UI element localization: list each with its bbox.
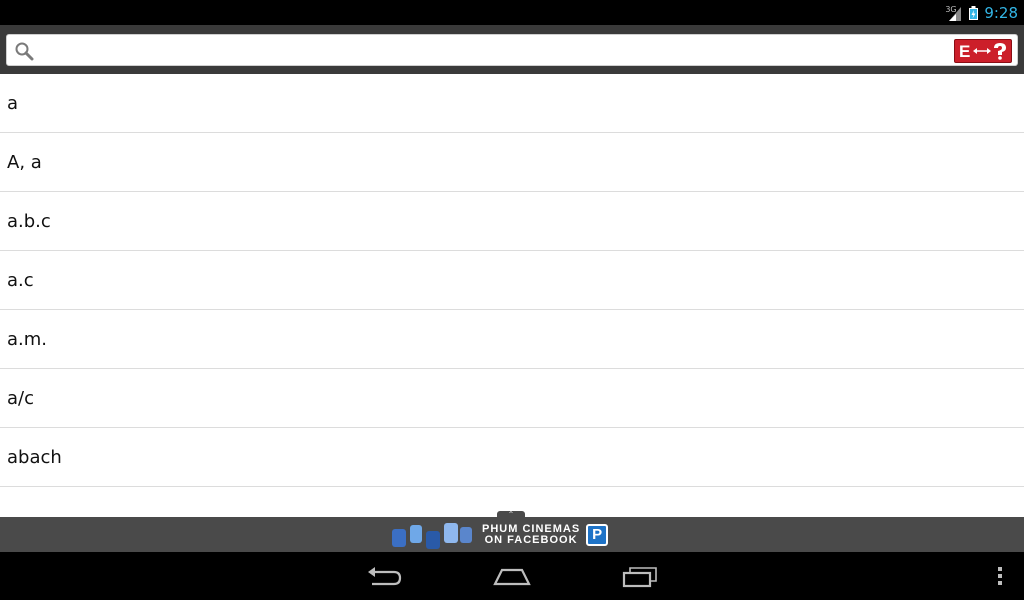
list-item-label: a.b.c bbox=[7, 210, 51, 232]
parking-badge-icon: P bbox=[586, 523, 609, 546]
facebook-like-logo bbox=[392, 522, 472, 549]
list-item[interactable]: a/c bbox=[0, 369, 1024, 428]
recent-apps-icon[interactable] bbox=[620, 564, 660, 588]
back-icon[interactable] bbox=[364, 564, 404, 588]
list-item-label: a.c bbox=[7, 269, 34, 291]
clock: 9:28 bbox=[984, 3, 1018, 22]
list-item-label: a bbox=[7, 92, 19, 114]
list-item[interactable]: abach bbox=[0, 428, 1024, 487]
ad-banner[interactable]: ⌃ PHUM CINEMAS ON FACEBOOK P bbox=[0, 511, 1024, 552]
list-item[interactable]: A, a bbox=[0, 133, 1024, 192]
system-navigation-bar bbox=[0, 552, 1024, 600]
list-item[interactable]: a.c bbox=[0, 251, 1024, 310]
language-toggle-button[interactable]: E bbox=[954, 39, 1012, 63]
signal-indicator: 3G bbox=[945, 3, 963, 23]
ad-line-1: PHUM CINEMAS bbox=[482, 522, 581, 535]
home-icon[interactable] bbox=[492, 564, 532, 588]
list-item-label: abach bbox=[7, 446, 62, 468]
english-khmer-toggle-icon: E bbox=[957, 42, 1009, 61]
ad-content: PHUM CINEMAS ON FACEBOOK P bbox=[390, 517, 609, 552]
list-item[interactable]: a bbox=[0, 74, 1024, 133]
overflow-menu-icon[interactable] bbox=[996, 566, 1004, 586]
list-item[interactable]: a.m. bbox=[0, 310, 1024, 369]
word-list: a A, a a.b.c a.c a.m. a/c abach bbox=[0, 74, 1024, 517]
search-box[interactable]: E bbox=[6, 34, 1018, 66]
battery-charging-icon bbox=[969, 5, 979, 20]
status-bar: 3G 9:28 bbox=[0, 0, 1024, 25]
list-item-label: A, a bbox=[7, 151, 42, 173]
search-icon bbox=[15, 42, 34, 61]
list-item[interactable]: a.b.c bbox=[0, 192, 1024, 251]
list-item-label: a.m. bbox=[7, 328, 48, 350]
network-type-label: 3G bbox=[945, 4, 957, 14]
ad-line-2: ON FACEBOOK bbox=[484, 533, 578, 546]
svg-text:E: E bbox=[959, 42, 970, 61]
search-input[interactable] bbox=[41, 38, 945, 64]
search-toolbar: E bbox=[0, 25, 1024, 74]
status-icons: 3G 9:28 bbox=[945, 0, 1018, 25]
ad-headline: PHUM CINEMAS ON FACEBOOK bbox=[482, 522, 581, 546]
list-item-label: a/c bbox=[7, 387, 34, 409]
